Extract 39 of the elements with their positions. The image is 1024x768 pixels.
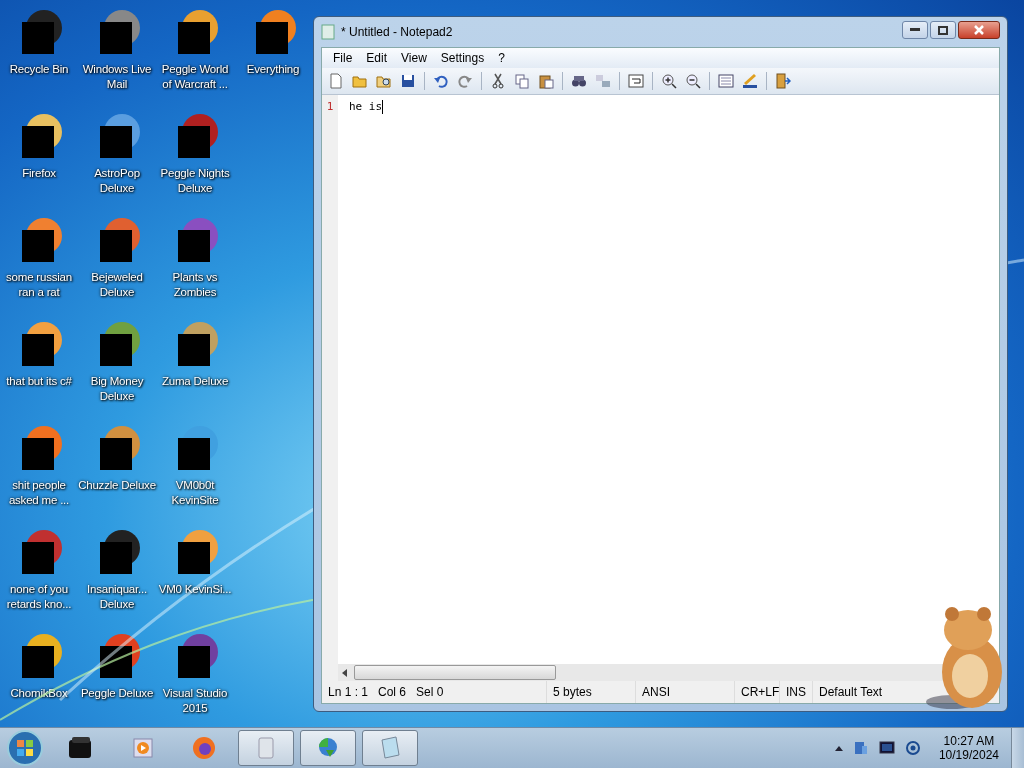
status-text: Sel 0 [416, 685, 444, 699]
status-text: Col 6 [378, 685, 407, 699]
icon-label[interactable]: Plants vs Zombies [156, 270, 234, 300]
icon-label[interactable]: Firefox [0, 166, 78, 181]
icon-label[interactable]: Peggle World of Warcraft ... [156, 62, 234, 92]
icon-label[interactable]: none of you retards kno... [0, 582, 78, 612]
icon-label[interactable]: shit people asked me ... [0, 478, 78, 508]
status-text: INS [786, 685, 806, 699]
icon-label[interactable]: VM0b0t KevinSite [156, 478, 234, 508]
icon-label[interactable]: Peggle Nights Deluxe [156, 166, 234, 196]
status-text: CR+LF [741, 685, 780, 699]
icon-label[interactable]: Insaniquar... Deluxe [78, 582, 156, 612]
menu-item[interactable]: View [394, 49, 434, 67]
status-text: Default Text [819, 685, 883, 699]
icon-label[interactable]: Visual Studio 2015 [156, 686, 234, 716]
menu-item[interactable]: Settings [433, 49, 492, 67]
icon-label[interactable]: Zuma Deluxe [156, 374, 234, 389]
icon-label[interactable]: Everything [234, 62, 312, 77]
icon-label[interactable]: Bejeweled Deluxe [78, 270, 156, 300]
icon-label[interactable]: Windows Live Mail [78, 62, 156, 92]
icon-label[interactable]: some russian ran a rat [0, 270, 78, 300]
icon-label[interactable]: ChomikBox [0, 686, 78, 701]
menu-item[interactable]: Edit [359, 49, 395, 67]
status-text: Ln 1 : 1 [328, 685, 369, 699]
icon-label[interactable]: VM0 KevinSi... [156, 582, 234, 597]
line-number: 1 [326, 99, 334, 115]
icon-label[interactable]: Big Money Deluxe [78, 374, 156, 404]
menu-item[interactable]: ? [491, 49, 512, 67]
icon-label[interactable]: Recycle Bin [0, 62, 78, 77]
status-text: ANSI [642, 685, 670, 699]
icon-label[interactable]: Peggle Deluxe [78, 686, 156, 701]
icon-label[interactable]: AstroPop Deluxe [78, 166, 156, 196]
status-text: 5 bytes [553, 685, 592, 699]
menu-item[interactable]: File [326, 49, 360, 67]
clock[interactable]: 10:27 AM 10/19/2024 [938, 734, 999, 762]
window-title: * Untitled - Notepad2 [341, 25, 454, 39]
icon-label[interactable]: that but its c# [0, 374, 78, 389]
code-line: he is [349, 99, 383, 115]
icon-label[interactable]: Chuzzle Deluxe [78, 478, 156, 493]
